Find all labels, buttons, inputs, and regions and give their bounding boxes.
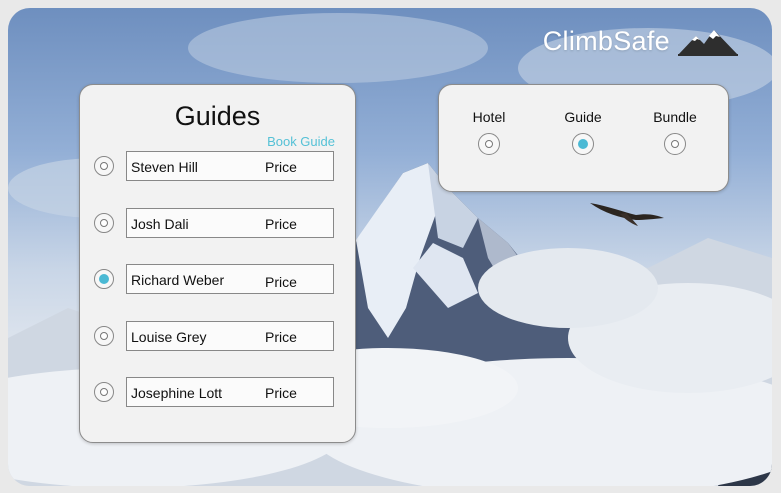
- bundle-radio[interactable]: [664, 133, 686, 155]
- guide-price: Price: [265, 274, 297, 290]
- guide-radio[interactable]: [94, 213, 114, 233]
- guide-type-radio[interactable]: [572, 133, 594, 155]
- guide-name: Steven Hill: [131, 159, 198, 175]
- guide-row[interactable]: Josephine Lott Price: [94, 377, 336, 409]
- guide-row[interactable]: Richard Weber Price: [94, 264, 336, 296]
- app-frame: ClimbSafe Guides Book Guide Steven Hill …: [8, 8, 772, 486]
- guide-card[interactable]: Richard Weber Price: [126, 264, 334, 294]
- brand-name: ClimbSafe: [542, 26, 670, 56]
- guide-name: Josh Dali: [131, 216, 189, 232]
- guide-name: Josephine Lott: [131, 385, 223, 401]
- booking-type-panel: Hotel Guide Bundle: [438, 84, 729, 192]
- guide-price: Price: [265, 329, 297, 345]
- guide-radio[interactable]: [94, 269, 114, 289]
- guide-row[interactable]: Josh Dali Price: [94, 208, 336, 240]
- guides-panel: Guides Book Guide Steven Hill Price Josh…: [79, 84, 356, 443]
- guide-row[interactable]: Steven Hill Price: [94, 151, 336, 183]
- type-option-guide[interactable]: Guide: [543, 109, 623, 160]
- guide-card[interactable]: Josh Dali Price: [126, 208, 334, 238]
- guide-row[interactable]: Louise Grey Price: [94, 321, 336, 353]
- guides-title: Guides: [174, 101, 261, 131]
- guide-card[interactable]: Steven Hill Price: [126, 151, 334, 181]
- type-option-hotel[interactable]: Hotel: [449, 109, 529, 160]
- type-option-bundle[interactable]: Bundle: [635, 109, 715, 160]
- guide-radio[interactable]: [94, 156, 114, 176]
- brand: ClimbSafe: [543, 26, 738, 57]
- type-label-bundle: Bundle: [653, 109, 697, 125]
- guide-name: Louise Grey: [131, 329, 207, 345]
- hotel-radio[interactable]: [478, 133, 500, 155]
- guide-card[interactable]: Louise Grey Price: [126, 321, 334, 351]
- type-label-guide: Guide: [564, 109, 602, 125]
- guide-radio[interactable]: [94, 382, 114, 402]
- book-guide-link[interactable]: Book Guide: [267, 134, 335, 149]
- guide-card[interactable]: Josephine Lott Price: [126, 377, 334, 407]
- guide-price: Price: [265, 216, 297, 232]
- guide-price: Price: [265, 385, 297, 401]
- mountain-logo-icon: [678, 29, 738, 56]
- type-label-hotel: Hotel: [472, 109, 506, 125]
- guide-name: Richard Weber: [131, 272, 225, 288]
- guide-radio[interactable]: [94, 326, 114, 346]
- guide-price: Price: [265, 159, 297, 175]
- bird-icon: [590, 203, 664, 226]
